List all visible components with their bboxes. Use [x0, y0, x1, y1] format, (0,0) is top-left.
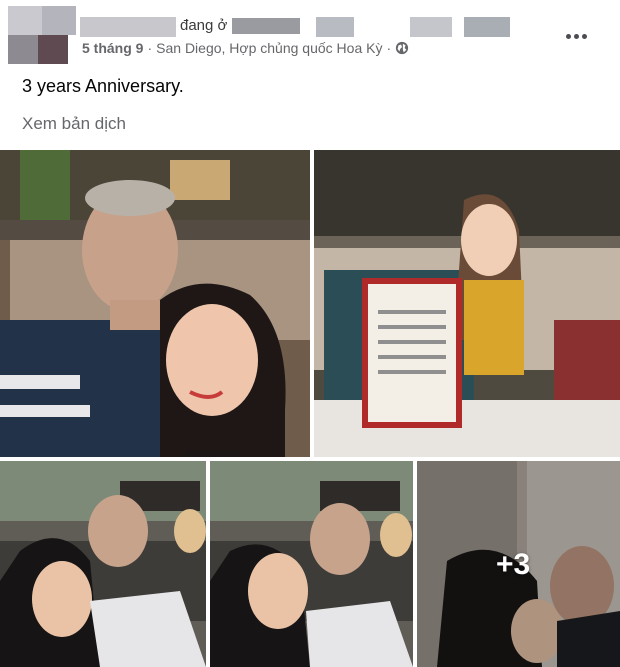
- avatar-pixel: [38, 35, 68, 64]
- photo-2[interactable]: [314, 150, 620, 457]
- post-meta: 5 tháng 9 · San Diego, Hợp chủng quốc Ho…: [82, 40, 409, 56]
- blurred-author-name[interactable]: [80, 17, 176, 37]
- globe-icon[interactable]: [395, 41, 409, 55]
- blurred-text: [316, 17, 354, 37]
- photo-3-image: [0, 461, 206, 667]
- dot: [582, 34, 587, 39]
- blurred-place-name[interactable]: [231, 18, 300, 35]
- photo-2-image: [314, 150, 620, 457]
- photo-4-image: [210, 461, 413, 667]
- dot: [574, 34, 579, 39]
- meta-separator: ·: [386, 40, 392, 56]
- meta-separator: ·: [147, 40, 153, 56]
- post-header: đang ở 5 tháng 9 · San Diego, Hợp chủng …: [0, 0, 620, 70]
- photo-1-image: [0, 150, 310, 457]
- status-text: đang ở: [180, 17, 228, 34]
- more-options-icon[interactable]: [566, 26, 594, 40]
- post-date-link[interactable]: 5 tháng 9: [82, 40, 143, 56]
- avatar-pixel: [8, 6, 42, 35]
- photo-3[interactable]: [0, 461, 206, 667]
- post-caption: 3 years Anniversary.: [22, 76, 184, 96]
- blurred-text: [464, 17, 510, 37]
- photo-1[interactable]: [0, 150, 310, 457]
- location-status: đang ở: [180, 17, 300, 35]
- dot: [566, 34, 571, 39]
- author-line: đang ở: [80, 14, 540, 38]
- post-location-link[interactable]: San Diego, Hợp chủng quốc Hoa Kỳ: [156, 40, 382, 56]
- avatar-pixel: [8, 35, 42, 64]
- see-translation-link[interactable]: Xem bản dịch: [22, 114, 126, 134]
- more-photos-count[interactable]: +3: [496, 548, 530, 582]
- avatar-pixel: [42, 6, 76, 35]
- photo-4[interactable]: [210, 461, 413, 667]
- avatar[interactable]: [8, 6, 76, 64]
- blurred-text: [410, 17, 452, 37]
